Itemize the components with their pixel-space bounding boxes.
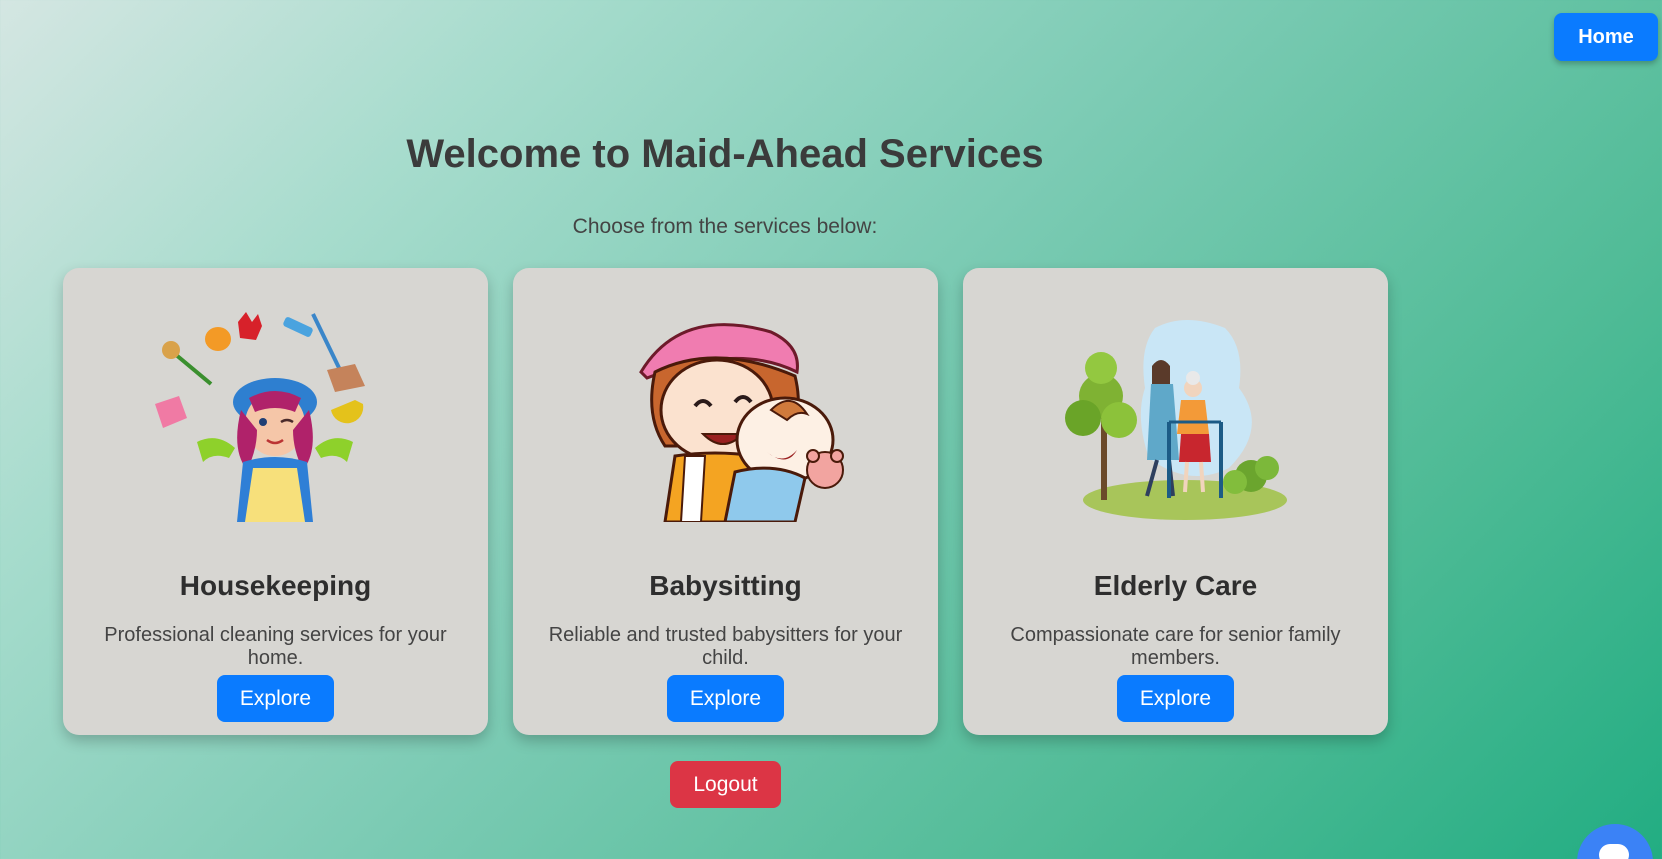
service-description: Professional cleaning services for your … bbox=[104, 624, 447, 669]
service-card-housekeeping: Housekeeping Professional cleaning servi… bbox=[63, 268, 488, 735]
service-description: Reliable and trusted babysitters for you… bbox=[548, 624, 903, 669]
babysitter-illustration bbox=[639, 323, 844, 522]
explore-button-babysitting[interactable]: Explore bbox=[667, 675, 784, 722]
service-card-elderly-care: Elderly Care Compassionate care for seni… bbox=[963, 268, 1388, 735]
chat-icon bbox=[1599, 844, 1629, 859]
page-subtitle: Choose from the services below: bbox=[572, 215, 878, 238]
housekeeper-illustration bbox=[155, 312, 365, 522]
service-title: Babysitting bbox=[649, 570, 802, 601]
chat-button[interactable] bbox=[1577, 824, 1653, 859]
service-title: Elderly Care bbox=[1093, 570, 1258, 601]
service-card-babysitting: Babysitting Reliable and trusted babysit… bbox=[513, 268, 938, 735]
service-description: Compassionate care for senior family mem… bbox=[1010, 624, 1341, 669]
explore-button-housekeeping[interactable]: Explore bbox=[217, 675, 334, 722]
home-button[interactable]: Home bbox=[1554, 13, 1658, 61]
explore-button-elderly-care[interactable]: Explore bbox=[1117, 675, 1234, 722]
logout-button[interactable]: Logout bbox=[670, 761, 781, 808]
service-title: Housekeeping bbox=[179, 570, 372, 601]
elderly-care-illustration bbox=[1065, 320, 1287, 520]
page-title: Welcome to Maid-Ahead Services bbox=[406, 132, 1044, 176]
